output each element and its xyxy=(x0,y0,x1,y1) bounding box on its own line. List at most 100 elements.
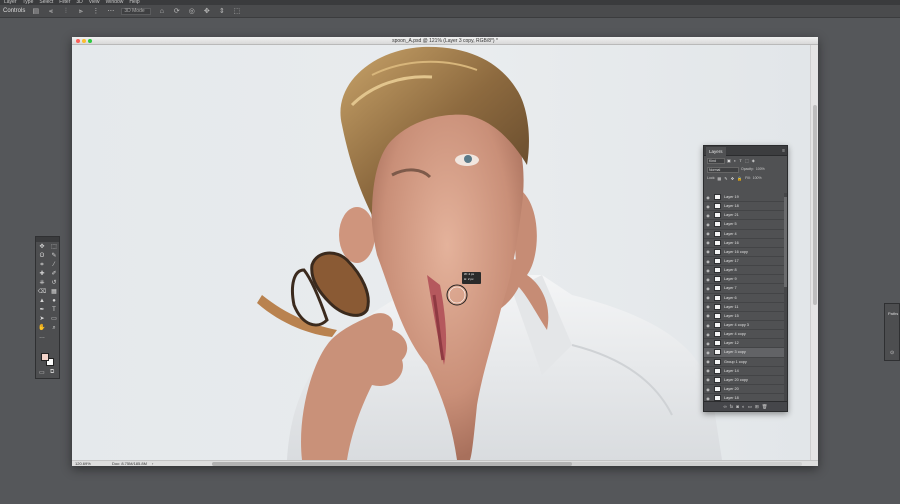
visibility-eye-icon[interactable]: ◉ xyxy=(704,359,712,364)
lock-icons[interactable]: ▦ ✎ ✥ 🔒 xyxy=(717,174,743,183)
zoom-level[interactable]: 120.69% xyxy=(75,461,91,467)
blend-mode-select[interactable]: Normal xyxy=(707,166,739,173)
layer-row[interactable]: ◉ Layer 7 xyxy=(704,284,786,294)
pan-icon[interactable]: ✥ xyxy=(202,7,211,16)
layers-scrollbar[interactable] xyxy=(784,193,787,401)
visibility-eye-icon[interactable]: ◉ xyxy=(704,304,712,309)
quick-select-tool-icon[interactable]: ✎ xyxy=(48,252,60,261)
layer-row[interactable]: ◉ Layer 8 xyxy=(704,266,786,276)
distribute-icon[interactable]: ⋮ xyxy=(91,7,100,16)
visibility-eye-icon[interactable]: ◉ xyxy=(704,368,712,373)
eraser-tool-icon[interactable]: ⌫ xyxy=(36,288,48,297)
link-icon[interactable]: ∞ xyxy=(724,404,727,409)
layer-row[interactable]: ◉ Layer 15 xyxy=(704,312,786,321)
zoom-tool-icon[interactable]: ⌕ xyxy=(48,324,60,333)
visibility-eye-icon[interactable]: ◉ xyxy=(704,341,712,346)
layer-row[interactable]: ◉ Layer 9 xyxy=(704,275,786,285)
layer-row[interactable]: ◉ Layer 14 xyxy=(704,367,786,376)
arrange-icon[interactable]: ▤ xyxy=(31,7,40,16)
fill-value[interactable]: 100% xyxy=(753,174,762,183)
trash-icon[interactable]: 🗑 xyxy=(762,404,768,410)
eyedropper-tool-icon[interactable]: ⁄ xyxy=(48,261,60,270)
layer-row[interactable]: ◉ Layer 18 xyxy=(704,394,786,401)
visibility-eye-icon[interactable]: ◉ xyxy=(704,377,712,382)
align-left-icon[interactable]: ⫷ xyxy=(46,7,55,16)
layer-row[interactable]: ◉ Layer 5 xyxy=(704,220,786,230)
layer-row[interactable]: ◉ Layer 6 xyxy=(704,294,786,303)
stamp-tool-icon[interactable]: ⎈ xyxy=(36,279,48,288)
marquee-tool-icon[interactable]: ⬚ xyxy=(48,243,60,252)
visibility-eye-icon[interactable]: ◉ xyxy=(704,222,712,227)
screen-mode-icon[interactable]: ⧉ xyxy=(50,369,54,376)
move-tool-icon[interactable]: ✥ xyxy=(36,243,48,252)
visibility-eye-icon[interactable]: ◉ xyxy=(704,231,712,236)
history-brush-tool-icon[interactable]: ↺ xyxy=(48,279,60,288)
mode-field[interactable]: 3D Mode xyxy=(121,7,152,15)
layer-row[interactable]: ◉ Layer 4 copy 3 xyxy=(704,321,786,331)
visibility-eye-icon[interactable]: ◉ xyxy=(704,204,712,209)
visibility-eye-icon[interactable]: ◉ xyxy=(704,277,712,282)
visibility-eye-icon[interactable]: ◉ xyxy=(704,313,712,318)
opacity-value[interactable]: 100% xyxy=(756,165,765,174)
visibility-eye-icon[interactable]: ◉ xyxy=(704,286,712,291)
visibility-eye-icon[interactable]: ◉ xyxy=(704,332,712,337)
layer-row[interactable]: ◉ Layer 4 copy xyxy=(704,330,786,340)
align-right-icon[interactable]: ⫸ xyxy=(76,7,85,16)
horizontal-scrollbar[interactable] xyxy=(212,462,802,466)
layer-row[interactable]: ◉ Layer 20 copy xyxy=(704,376,786,385)
visibility-eye-icon[interactable]: ◉ xyxy=(704,268,712,273)
visibility-eye-icon[interactable]: ◉ xyxy=(704,240,712,245)
visibility-eye-icon[interactable]: ◉ xyxy=(704,259,712,264)
type-tool-icon[interactable]: T xyxy=(48,306,60,315)
quick-mask-icon[interactable]: ▭ xyxy=(39,369,45,376)
crop-tool-icon[interactable]: ⌗ xyxy=(36,261,48,270)
mask-icon[interactable]: ◙ xyxy=(736,404,739,409)
rectangle-tool-icon[interactable]: ▭ xyxy=(48,315,60,324)
roll-icon[interactable]: ◎ xyxy=(187,7,196,16)
filter-kind-select[interactable]: Kind xyxy=(707,157,725,164)
layer-row[interactable]: ◉ Layer 19 xyxy=(704,193,786,203)
layer-row[interactable]: ◉ Group 1 copy xyxy=(704,358,786,367)
more-tool-icon[interactable]: … xyxy=(36,333,48,342)
visibility-eye-icon[interactable]: ◉ xyxy=(704,195,712,200)
layer-row[interactable]: ◉ Layer 3 copy xyxy=(704,348,786,358)
spacing-icon[interactable]: ⋯ xyxy=(106,7,115,16)
paths-label[interactable]: Paths xyxy=(885,304,899,316)
panel-menu-icon[interactable]: ≡ xyxy=(782,147,785,155)
hand-tool-icon[interactable]: ✋ xyxy=(36,324,48,333)
layer-row[interactable]: ◉ Layer 12 xyxy=(704,339,786,349)
path-select-tool-icon[interactable]: ➤ xyxy=(36,315,48,324)
foreground-color-swatch[interactable] xyxy=(41,353,49,361)
image-canvas[interactable]: W: 2 px H: 2 px xyxy=(72,45,810,460)
layer-row[interactable]: ◉ Layer 20 xyxy=(704,385,786,395)
status-arrow-icon[interactable]: › xyxy=(152,461,153,467)
scale-icon[interactable]: ⬚ xyxy=(232,7,241,16)
visibility-eye-icon[interactable]: ◉ xyxy=(704,396,712,401)
layer-row[interactable]: ◉ Layer 16 xyxy=(704,239,786,248)
layer-row[interactable]: ◉ Layer 16 copy xyxy=(704,248,786,257)
brush-tool-icon[interactable]: ✐ xyxy=(48,270,60,279)
layer-row[interactable]: ◉ Layer 4 xyxy=(704,230,786,239)
lasso-tool-icon[interactable]: ʘ xyxy=(36,252,48,261)
paths-icon[interactable]: ⊙ xyxy=(890,350,894,356)
align-center-icon[interactable]: ⫶ xyxy=(61,7,70,16)
adjustment-icon[interactable]: ◐ xyxy=(742,404,745,409)
layer-row[interactable]: ◉ Layer 21 xyxy=(704,211,786,221)
visibility-eye-icon[interactable]: ◉ xyxy=(704,387,712,392)
vertical-scrollbar[interactable] xyxy=(810,45,818,460)
fx-icon[interactable]: fx xyxy=(730,404,734,409)
healing-tool-icon[interactable]: ✚ xyxy=(36,270,48,279)
layer-row[interactable]: ◉ Layer 17 xyxy=(704,257,786,267)
pen-tool-icon[interactable]: ✒ xyxy=(36,306,48,315)
gradient-tool-icon[interactable]: ▦ xyxy=(48,288,60,297)
more-tool-icon[interactable] xyxy=(48,333,60,342)
dodge-tool-icon[interactable]: ● xyxy=(48,297,60,306)
rotate-icon[interactable]: ⟳ xyxy=(172,7,181,16)
visibility-eye-icon[interactable]: ◉ xyxy=(704,249,712,254)
home-icon[interactable]: ⌂ xyxy=(157,7,166,16)
filter-type-icons[interactable]: ▣ ◐ T ⬚ ◈ xyxy=(727,156,756,165)
tab-layers[interactable]: Layers xyxy=(706,147,726,156)
blur-tool-icon[interactable]: ▲ xyxy=(36,297,48,306)
layer-row[interactable]: ◉ Layer 11 xyxy=(704,303,786,312)
visibility-eye-icon[interactable]: ◉ xyxy=(704,213,712,218)
